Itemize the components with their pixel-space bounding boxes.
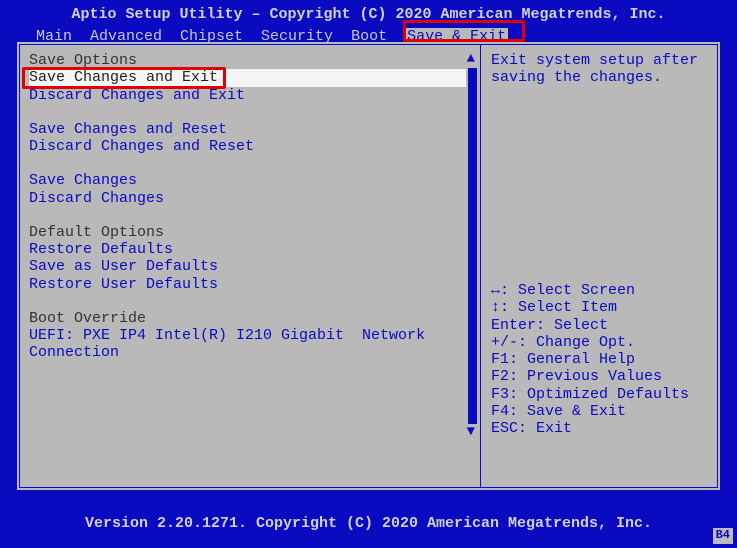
scrollbar[interactable] — [468, 68, 477, 424]
keyhint-f1: F1: General Help — [491, 351, 708, 368]
keyhint-select-screen: ↔: Select Screen — [491, 282, 708, 299]
item-save-as-user-defaults[interactable]: Save as User Defaults — [29, 258, 466, 275]
left-panel: Save Options Save Changes and Exit Disca… — [19, 44, 481, 488]
keyhint-esc: ESC: Exit — [491, 420, 708, 437]
page-title: Aptio Setup Utility – Copyright (C) 2020… — [0, 6, 737, 26]
item-discard-changes-and-reset[interactable]: Discard Changes and Reset — [29, 138, 466, 155]
bios-screen: Aptio Setup Utility – Copyright (C) 2020… — [0, 0, 737, 548]
key-hints: ↔: Select Screen ↕: Select Item Enter: S… — [491, 282, 708, 437]
item-save-changes-and-exit[interactable]: Save Changes and Exit — [29, 69, 466, 86]
right-panel: Exit system setup after saving the chang… — [481, 44, 718, 488]
section-header-default-options: Default Options — [29, 224, 466, 241]
content-box: Save Options Save Changes and Exit Disca… — [17, 42, 720, 490]
corner-mark: B4 — [713, 528, 733, 544]
item-save-changes[interactable]: Save Changes — [29, 172, 466, 189]
item-boot-override-0[interactable]: UEFI: PXE IP4 Intel(R) I210 Gigabit Netw… — [29, 327, 466, 362]
keyhint-change-opt: +/-: Change Opt. — [491, 334, 708, 351]
item-discard-changes[interactable]: Discard Changes — [29, 190, 466, 207]
keyhint-enter: Enter: Select — [491, 317, 708, 334]
scroll-up-icon[interactable]: ▲ — [467, 51, 475, 67]
keyhint-f2: F2: Previous Values — [491, 368, 708, 385]
keyhint-f3: F3: Optimized Defaults — [491, 386, 708, 403]
item-restore-defaults[interactable]: Restore Defaults — [29, 241, 466, 258]
section-header-boot-override: Boot Override — [29, 310, 466, 327]
help-text: Exit system setup after saving the chang… — [491, 52, 708, 87]
keyhint-f4: F4: Save & Exit — [491, 403, 708, 420]
keyhint-select-item: ↕: Select Item — [491, 299, 708, 316]
item-save-changes-and-reset[interactable]: Save Changes and Reset — [29, 121, 466, 138]
scroll-down-icon[interactable]: ▼ — [467, 424, 475, 440]
footer-version: Version 2.20.1271. Copyright (C) 2020 Am… — [0, 509, 737, 538]
item-restore-user-defaults[interactable]: Restore User Defaults — [29, 276, 466, 293]
item-discard-changes-and-exit[interactable]: Discard Changes and Exit — [29, 87, 466, 104]
section-header-save-options: Save Options — [29, 52, 466, 69]
